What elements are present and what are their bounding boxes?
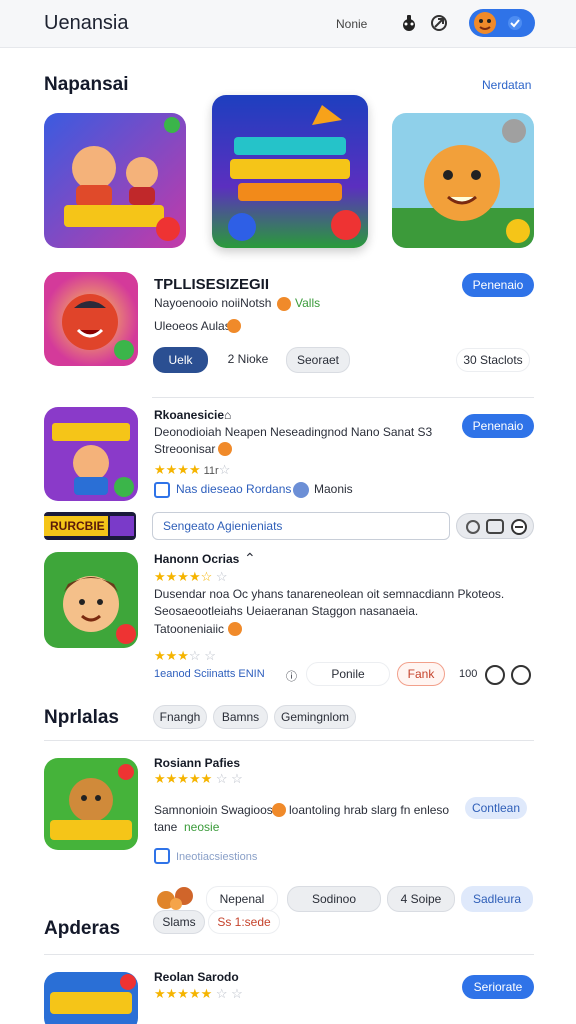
item2-rating-text: 11r [203, 465, 219, 477]
item3-title: Hanonn Ocrias [154, 552, 240, 566]
filter-chip-1[interactable]: Uelk [153, 347, 208, 373]
item3-count: 100 [459, 668, 478, 680]
top-bar: Uenansia Nonie [0, 0, 576, 48]
food-items-icon [154, 884, 198, 912]
top-nav-link[interactable]: Nonie [336, 17, 367, 31]
item2-subtitle: Streoonisar [154, 442, 216, 456]
face-emoji-icon [227, 319, 241, 333]
item2-verified-label: Maonis [314, 482, 353, 496]
item3-chip-2[interactable]: Fank [397, 662, 445, 686]
filter-chip-3[interactable]: Seoraet [286, 347, 350, 373]
top-item-tag: Valls [295, 296, 321, 310]
featured-game-card-1[interactable] [44, 113, 186, 248]
featured-see-all-link[interactable]: Nerdatan [482, 78, 531, 92]
featured-game-card-2[interactable] [212, 95, 368, 248]
share-icon[interactable] [428, 12, 450, 34]
item4-chip-5[interactable]: Slams [153, 910, 205, 934]
item3-game-icon[interactable] [44, 552, 138, 648]
item4-description-b: loantoling hrab slarg fn enleso [289, 803, 450, 817]
item5-title: Reolan Sarodo [154, 970, 239, 984]
item4-tag: neosie [184, 820, 220, 834]
item5-game-icon[interactable] [44, 972, 138, 1024]
item3-description-2: Seosaeootleiahs Ueiaeranan Staggon nasan… [154, 604, 419, 618]
face-emoji-icon [272, 803, 286, 817]
search-input[interactable]: Sengeato Agienieniats [152, 512, 450, 540]
top-item-count: 30 Staclots [456, 348, 530, 372]
item4-chip-1[interactable]: Nepenal [206, 886, 278, 912]
filter-chip-2[interactable]: 2 Nioke [218, 348, 278, 372]
top-item-meta: Uleoeos Aulas [154, 319, 231, 333]
info-icon: ⓘ [286, 671, 297, 683]
item4-chip-3[interactable]: 4 Soipe [387, 886, 455, 912]
checkbox-icon[interactable] [154, 848, 170, 864]
controller-icon[interactable] [398, 12, 420, 34]
face-emoji-icon [228, 622, 242, 636]
mini-game-banner[interactable]: RURCBIE [44, 512, 136, 540]
item4-game-icon[interactable] [44, 758, 138, 850]
item2-description: Deonodioiah Neapen Neseadingnod Nano San… [154, 425, 433, 439]
top-item-subtitle: Nayoenooio noiiNotsh [154, 296, 272, 310]
updates-section-title: Apderas [44, 918, 121, 939]
item4-chip-4[interactable]: Sadleura [461, 886, 533, 912]
item5-action-button[interactable]: Seriorate [462, 975, 534, 999]
item3-rating-stars: ★★★★☆ ☆ [154, 569, 228, 584]
item3-link[interactable]: 1eanod Sciinatts ENIN [154, 668, 265, 680]
popular-chip-1[interactable]: Fnangh [153, 705, 207, 729]
item3-rating-stars-2: ★★★☆ ☆ [154, 648, 216, 663]
app-title: Uenansia [44, 12, 129, 34]
item4-checkbox-label[interactable]: Ineotiacsiestions [176, 851, 257, 863]
item3-description: Dusendar noa Oc yhans tanareneolean oit … [154, 587, 505, 601]
item4-action-button[interactable]: Contlean [465, 797, 527, 819]
item2-tag[interactable]: Nas dieseao Rordans [176, 482, 291, 496]
top-item-title: TPLLISESIZEGII [154, 276, 270, 293]
popular-chip-2[interactable]: Bamns [213, 705, 268, 729]
divider [44, 740, 534, 741]
item4-chip-2[interactable]: Sodinoo [287, 886, 381, 912]
item3-chip-1[interactable]: Ponile [306, 662, 390, 686]
item4-chip-6[interactable]: Ss 1:sede [208, 910, 280, 934]
face-emoji-icon [218, 442, 232, 456]
search-input-text: Sengeato Agienieniats [163, 519, 283, 533]
divider [44, 954, 534, 955]
verified-icon [293, 482, 309, 498]
item2-title: Rkoanesicie [154, 408, 225, 422]
collapse-icon[interactable]: ⌃ [244, 550, 256, 567]
item2-action-button[interactable]: Penenaio [462, 414, 534, 438]
checkbox-icon[interactable] [154, 482, 170, 498]
item4-rating-stars: ★★★★★ ☆ ☆ [154, 771, 243, 786]
top-item-game-icon[interactable] [44, 272, 138, 366]
item5-rating-stars: ★★★★★ ☆ ☆ [154, 986, 243, 1001]
badge-icon: ⌂ [224, 408, 232, 422]
item3-meta: Tatooneniaiic [154, 622, 225, 636]
featured-section-title: Napansai [44, 74, 129, 95]
item4-description-2: tane [154, 820, 178, 834]
popular-chip-3[interactable]: Gemingnlom [274, 705, 356, 729]
divider [152, 397, 534, 398]
mini-banner-label: RURCBIE [50, 519, 105, 533]
item4-title: Rosiann Pafies [154, 756, 241, 770]
face-emoji-icon [277, 297, 291, 311]
item2-game-icon[interactable] [44, 407, 138, 501]
featured-game-card-3[interactable] [392, 113, 534, 248]
profile-avatar-button[interactable] [469, 9, 535, 37]
popular-section-title: Nprlalas [44, 707, 119, 728]
view-toggle[interactable] [456, 513, 534, 539]
item2-rating-stars: ★★★★ 11r☆ [154, 462, 231, 477]
close-icon[interactable] [511, 665, 531, 685]
minimize-icon[interactable] [485, 665, 505, 685]
top-item-action-button[interactable]: Penenaio [462, 273, 534, 297]
item4-description: Samnonioin Swagioos [154, 803, 273, 817]
